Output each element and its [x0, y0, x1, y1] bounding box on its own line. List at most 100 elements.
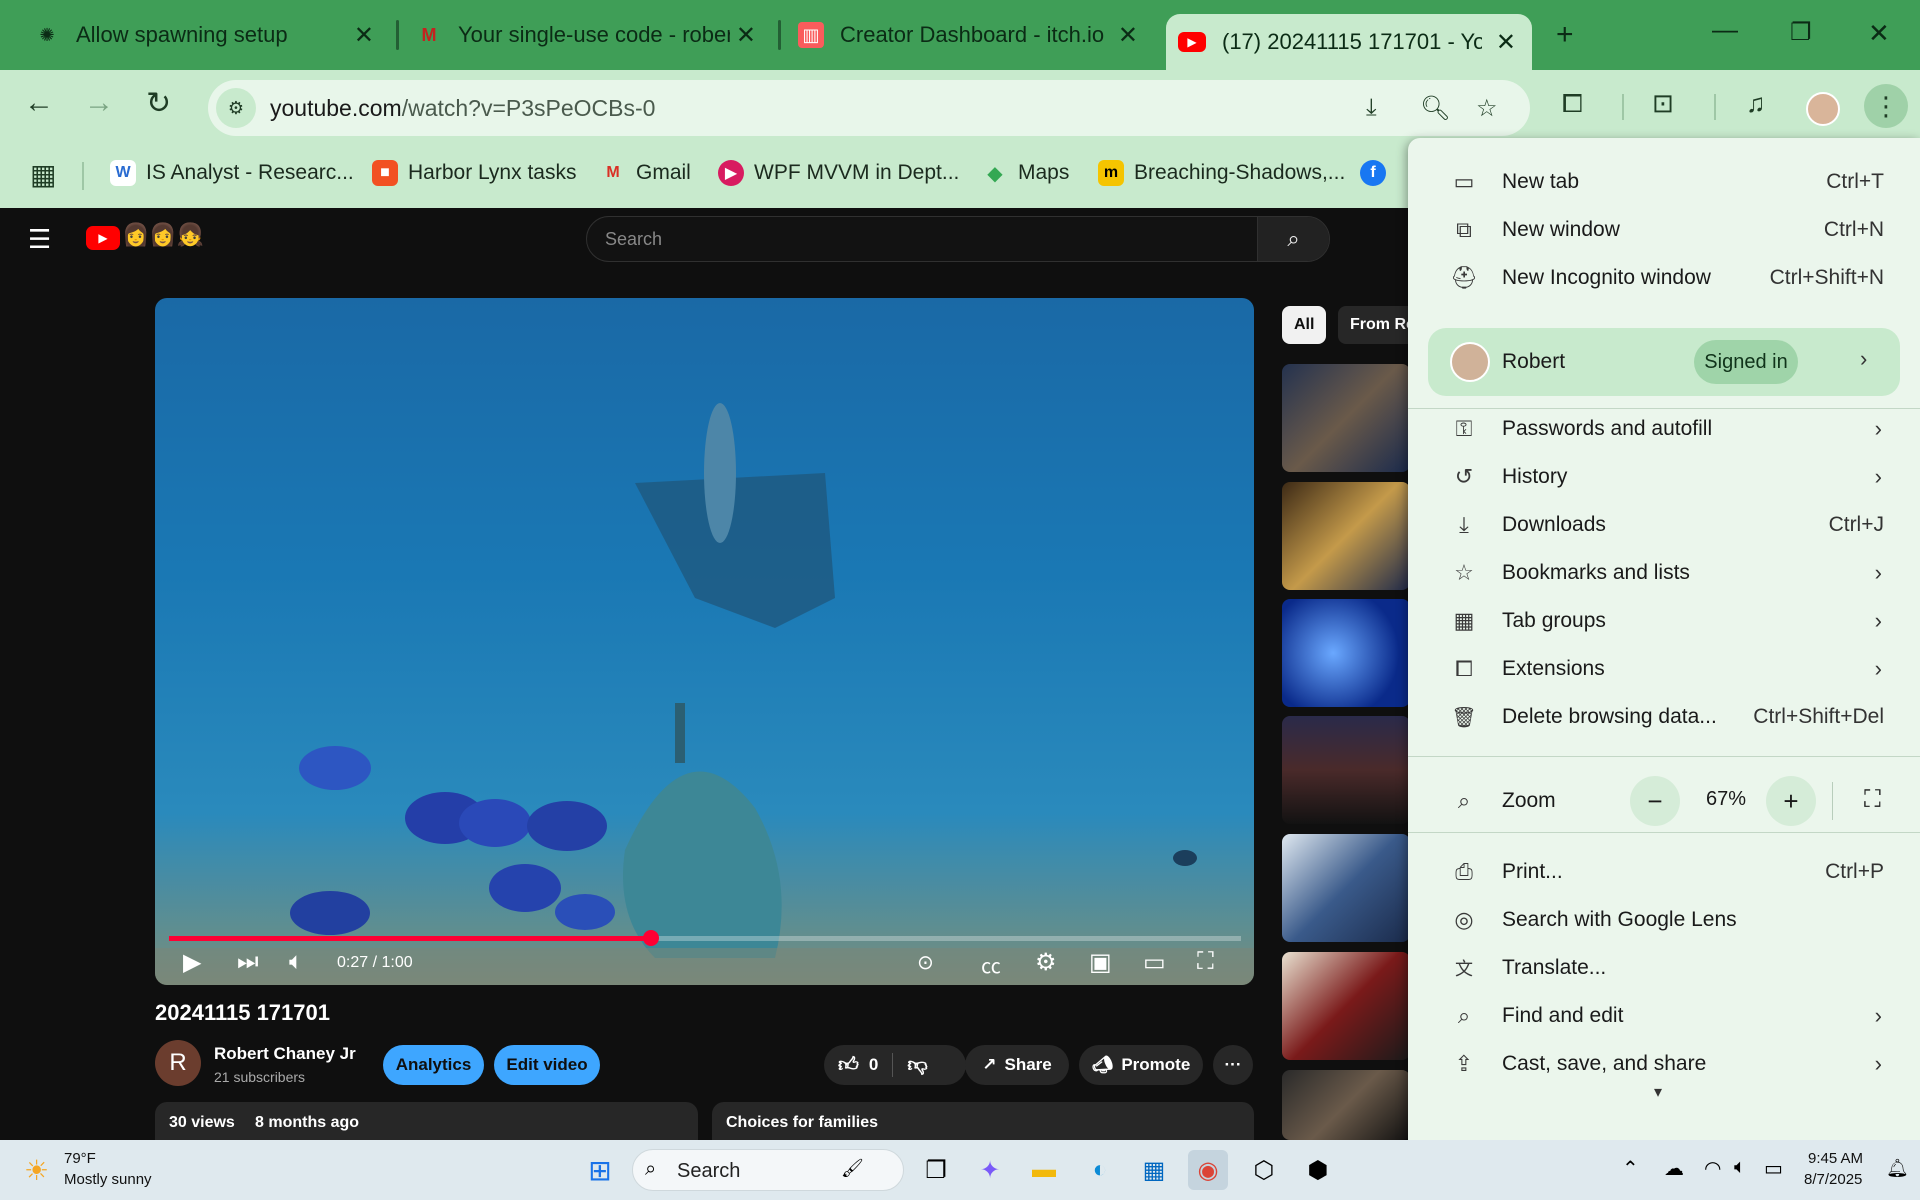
captions-icon[interactable]: ㏄: [981, 950, 1001, 979]
windows-start-icon[interactable]: ⊞: [580, 1150, 620, 1190]
promote-button[interactable]: 📣︎ Promote: [1079, 1045, 1203, 1085]
menu-google-lens[interactable]: ◎ Search with Google Lens: [1408, 897, 1920, 943]
edit-video-button[interactable]: Edit video: [494, 1045, 600, 1085]
chrome-taskbar-icon[interactable]: ◉: [1188, 1150, 1228, 1190]
menu-translate[interactable]: 文 Translate...: [1408, 945, 1920, 991]
bookmark-harbor-lynx[interactable]: ■ Harbor Lynx tasks: [372, 160, 576, 186]
related-video-thumbnail[interactable]: [1282, 952, 1410, 1060]
taskbar-search[interactable]: ⌕ Search 🖌: [632, 1149, 904, 1191]
profile-avatar[interactable]: [1806, 92, 1840, 126]
play-icon[interactable]: ▶: [183, 948, 201, 977]
settings-gear-icon[interactable]: ⚙: [1035, 948, 1057, 977]
reload-icon[interactable]: ↻: [146, 86, 171, 121]
weather-temp[interactable]: 79°F: [64, 1150, 96, 1167]
forward-arrow-icon[interactable]: →: [84, 86, 114, 120]
back-arrow-icon[interactable]: ←: [24, 86, 54, 120]
address-bar[interactable]: ⚙ youtube.com/watch?v=P3sPeOCBs-0 ⤓ 🔍︎ ☆: [208, 80, 1530, 136]
unity-icon[interactable]: ⬡: [1244, 1150, 1284, 1190]
restore-button[interactable]: ❐: [1790, 18, 1812, 47]
hamburger-menu-icon[interactable]: ☰: [28, 224, 51, 255]
onedrive-icon[interactable]: ☁: [1664, 1156, 1684, 1181]
bookmark-maps[interactable]: ◆ Maps: [982, 160, 1069, 186]
thumbs-down-icon[interactable]: 👎︎: [907, 1053, 927, 1077]
related-video-thumbnail[interactable]: [1282, 482, 1410, 590]
youtube-search-box[interactable]: Search ⌕: [586, 216, 1330, 262]
menu-new-window[interactable]: ⧉ New window Ctrl+N: [1408, 207, 1920, 253]
minimize-button[interactable]: —: [1712, 14, 1738, 45]
close-icon[interactable]: ✕: [736, 21, 756, 50]
related-video-thumbnail[interactable]: [1282, 599, 1410, 707]
tab-youtube-active[interactable]: ▶ (17) 20241115 171701 - You ✕: [1166, 14, 1532, 70]
menu-extensions[interactable]: ⧠ Extensions ›: [1408, 646, 1920, 692]
apps-grid-icon[interactable]: ▦: [30, 158, 56, 191]
menu-find-and-edit[interactable]: ⌕ Find and edit ›: [1408, 993, 1920, 1039]
bookmark-gmail[interactable]: M Gmail: [600, 160, 691, 186]
bookmark-breaching-shadows[interactable]: m Breaching-Shadows,...: [1098, 160, 1345, 186]
task-view-icon[interactable]: ❐: [916, 1150, 956, 1190]
install-app-icon[interactable]: ⤓: [1366, 94, 1377, 122]
menu-downloads[interactable]: ⤓ Downloads Ctrl+J: [1408, 502, 1920, 548]
media-controls-icon[interactable]: ♫: [1746, 88, 1766, 119]
new-tab-button[interactable]: +: [1556, 18, 1574, 52]
menu-new-incognito[interactable]: ⛑ New Incognito window Ctrl+Shift+N: [1408, 255, 1920, 301]
related-video-thumbnail[interactable]: [1282, 834, 1410, 942]
tab-search-icon[interactable]: ⊡: [1652, 88, 1674, 119]
channel-name[interactable]: Robert Chaney Jr: [214, 1044, 356, 1064]
channel-avatar[interactable]: R: [155, 1040, 201, 1086]
bookmark-is-analyst[interactable]: W IS Analyst - Researc...: [110, 160, 354, 186]
tab-itchio[interactable]: ▥ Creator Dashboard - itch.io ✕: [764, 14, 1154, 56]
window-close-button[interactable]: ✕: [1868, 18, 1890, 49]
fullscreen-icon[interactable]: ⛶: [1197, 948, 1214, 976]
tab-gmail-code[interactable]: M Your single-use code - rober ✕: [382, 14, 772, 56]
close-icon[interactable]: ✕: [1496, 28, 1516, 57]
bookmark-facebook[interactable]: f: [1360, 160, 1396, 186]
zoom-in-button[interactable]: +: [1766, 776, 1816, 826]
thumbs-up-icon[interactable]: 👍︎: [838, 1053, 859, 1077]
unity-hub-icon[interactable]: ⬢: [1298, 1150, 1338, 1190]
search-icon[interactable]: ⌕: [1257, 217, 1329, 261]
site-info-icon[interactable]: ⚙: [216, 88, 256, 128]
chevron-up-icon[interactable]: ⌃: [1622, 1156, 1639, 1181]
kebab-menu-icon[interactable]: ⋮: [1864, 84, 1908, 128]
related-video-thumbnail[interactable]: [1282, 364, 1410, 472]
menu-tab-groups[interactable]: ▦ Tab groups ›: [1408, 598, 1920, 644]
related-video-thumbnail[interactable]: [1282, 1070, 1410, 1140]
progress-bar[interactable]: [169, 930, 1241, 946]
file-explorer-icon[interactable]: ▬: [1024, 1150, 1064, 1190]
fullscreen-icon[interactable]: ⛶: [1864, 786, 1881, 814]
menu-bookmarks[interactable]: ☆ Bookmarks and lists ›: [1408, 550, 1920, 596]
clock-time[interactable]: 9:45 AM: [1808, 1150, 1863, 1167]
menu-passwords[interactable]: ⚿ Passwords and autofill ›: [1408, 406, 1920, 452]
copilot-icon[interactable]: ✦: [970, 1150, 1010, 1190]
wifi-icon[interactable]: ◠: [1704, 1156, 1721, 1181]
next-icon[interactable]: ⏭: [237, 948, 259, 976]
zoom-out-button[interactable]: −: [1630, 776, 1680, 826]
more-actions-button[interactable]: ···: [1213, 1045, 1253, 1085]
autoplay-toggle-icon[interactable]: ⊙: [917, 950, 934, 975]
menu-new-tab[interactable]: ▭ New tab Ctrl+T: [1408, 159, 1920, 205]
theater-mode-icon[interactable]: ▭: [1143, 948, 1166, 977]
tab-allow-spawning[interactable]: ✺ Allow spawning setup ✕: [0, 14, 390, 56]
share-button[interactable]: ↗ Share: [965, 1045, 1069, 1085]
related-video-thumbnail[interactable]: [1282, 716, 1410, 824]
store-icon[interactable]: ▦: [1134, 1150, 1174, 1190]
youtube-logo-icon[interactable]: ▶: [86, 226, 120, 250]
menu-profile-row[interactable]: Robert Signed in ›: [1428, 328, 1900, 396]
battery-icon[interactable]: ▭: [1764, 1156, 1783, 1181]
menu-history[interactable]: ↺ History ›: [1408, 454, 1920, 500]
volume-icon[interactable]: 🔈︎: [289, 948, 303, 976]
edge-icon[interactable]: ◐: [1080, 1150, 1120, 1190]
menu-cast-save-share[interactable]: ⇪ Cast, save, and share ›: [1408, 1041, 1920, 1087]
weather-sun-icon[interactable]: ☀: [24, 1154, 49, 1187]
miniplayer-icon[interactable]: ▣: [1089, 948, 1112, 977]
notification-bell-icon[interactable]: 🔔︎: [1886, 1158, 1909, 1179]
bookmark-wpf-mvvm[interactable]: ▶ WPF MVVM in Dept...: [718, 160, 959, 186]
zoom-icon[interactable]: 🔍︎: [1420, 94, 1450, 123]
chevron-down-icon[interactable]: ▾: [1654, 1082, 1662, 1102]
menu-print[interactable]: ⎙ Print... Ctrl+P: [1408, 849, 1920, 895]
menu-delete-browsing-data[interactable]: 🗑 Delete browsing data... Ctrl+Shift+Del: [1408, 694, 1920, 740]
bookmark-star-icon[interactable]: ☆: [1476, 94, 1498, 123]
speaker-icon[interactable]: 🔈︎: [1734, 1156, 1746, 1179]
close-icon[interactable]: ✕: [354, 21, 374, 50]
extensions-icon[interactable]: ⧠: [1562, 88, 1583, 120]
